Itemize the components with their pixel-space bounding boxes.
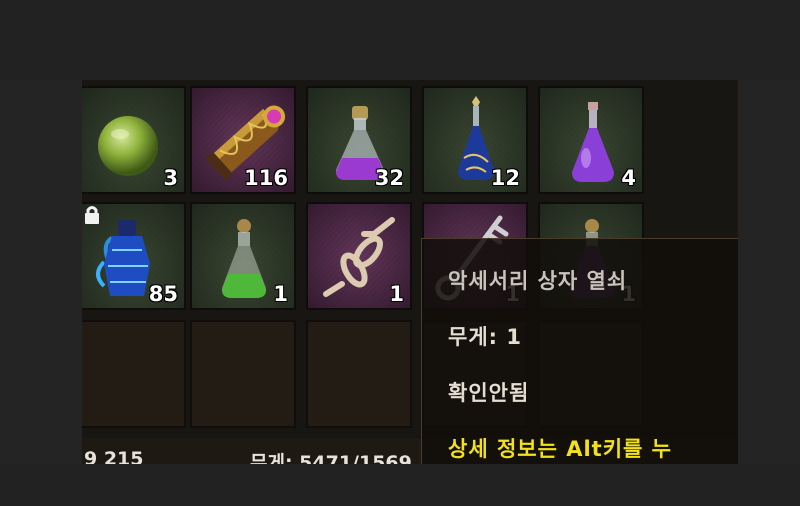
tooltip-weight: 무게: 1 [448,325,522,349]
inventory-slot-purple-potion[interactable]: 32 [306,86,412,194]
item-count: 1 [273,282,288,306]
item-count: 4 [621,166,636,190]
inventory-slot-scroll-tube[interactable]: 116 [190,86,296,194]
inventory-slot-empty[interactable] [306,320,412,428]
item-count: 32 [374,166,404,190]
inventory-slot-blue-jar[interactable]: 85 [82,202,186,310]
lock-icon [85,206,99,224]
item-count: 12 [490,166,520,190]
tooltip-alt-hint: 상세 정보는 Alt키를 누 [448,437,672,461]
inventory-slot-empty[interactable] [82,320,186,428]
item-count: 85 [148,282,178,306]
inventory-slot-violet-potion[interactable]: 4 [538,86,644,194]
item-count: 1 [389,282,404,306]
item-count: 3 [163,166,178,190]
item-tooltip: 악세서리 상자 열쇠 무게: 1 확인안됨 상세 정보는 Alt키를 누 [421,238,738,464]
inventory-slot-blue-potion[interactable]: 12 [422,86,528,194]
inventory-slot-empty[interactable] [190,320,296,428]
tooltip-identify-status: 확인안됨 [448,381,530,405]
top-background [0,0,800,80]
inventory-slot-green-potion[interactable]: 1 [190,202,296,310]
bottom-background [0,464,800,506]
inventory-slot-chain[interactable]: 1 [306,202,412,310]
tooltip-item-name: 악세서리 상자 열쇠 [448,269,628,293]
inventory-slot-green-orb[interactable]: 3 [82,86,186,194]
item-count: 116 [244,166,288,190]
